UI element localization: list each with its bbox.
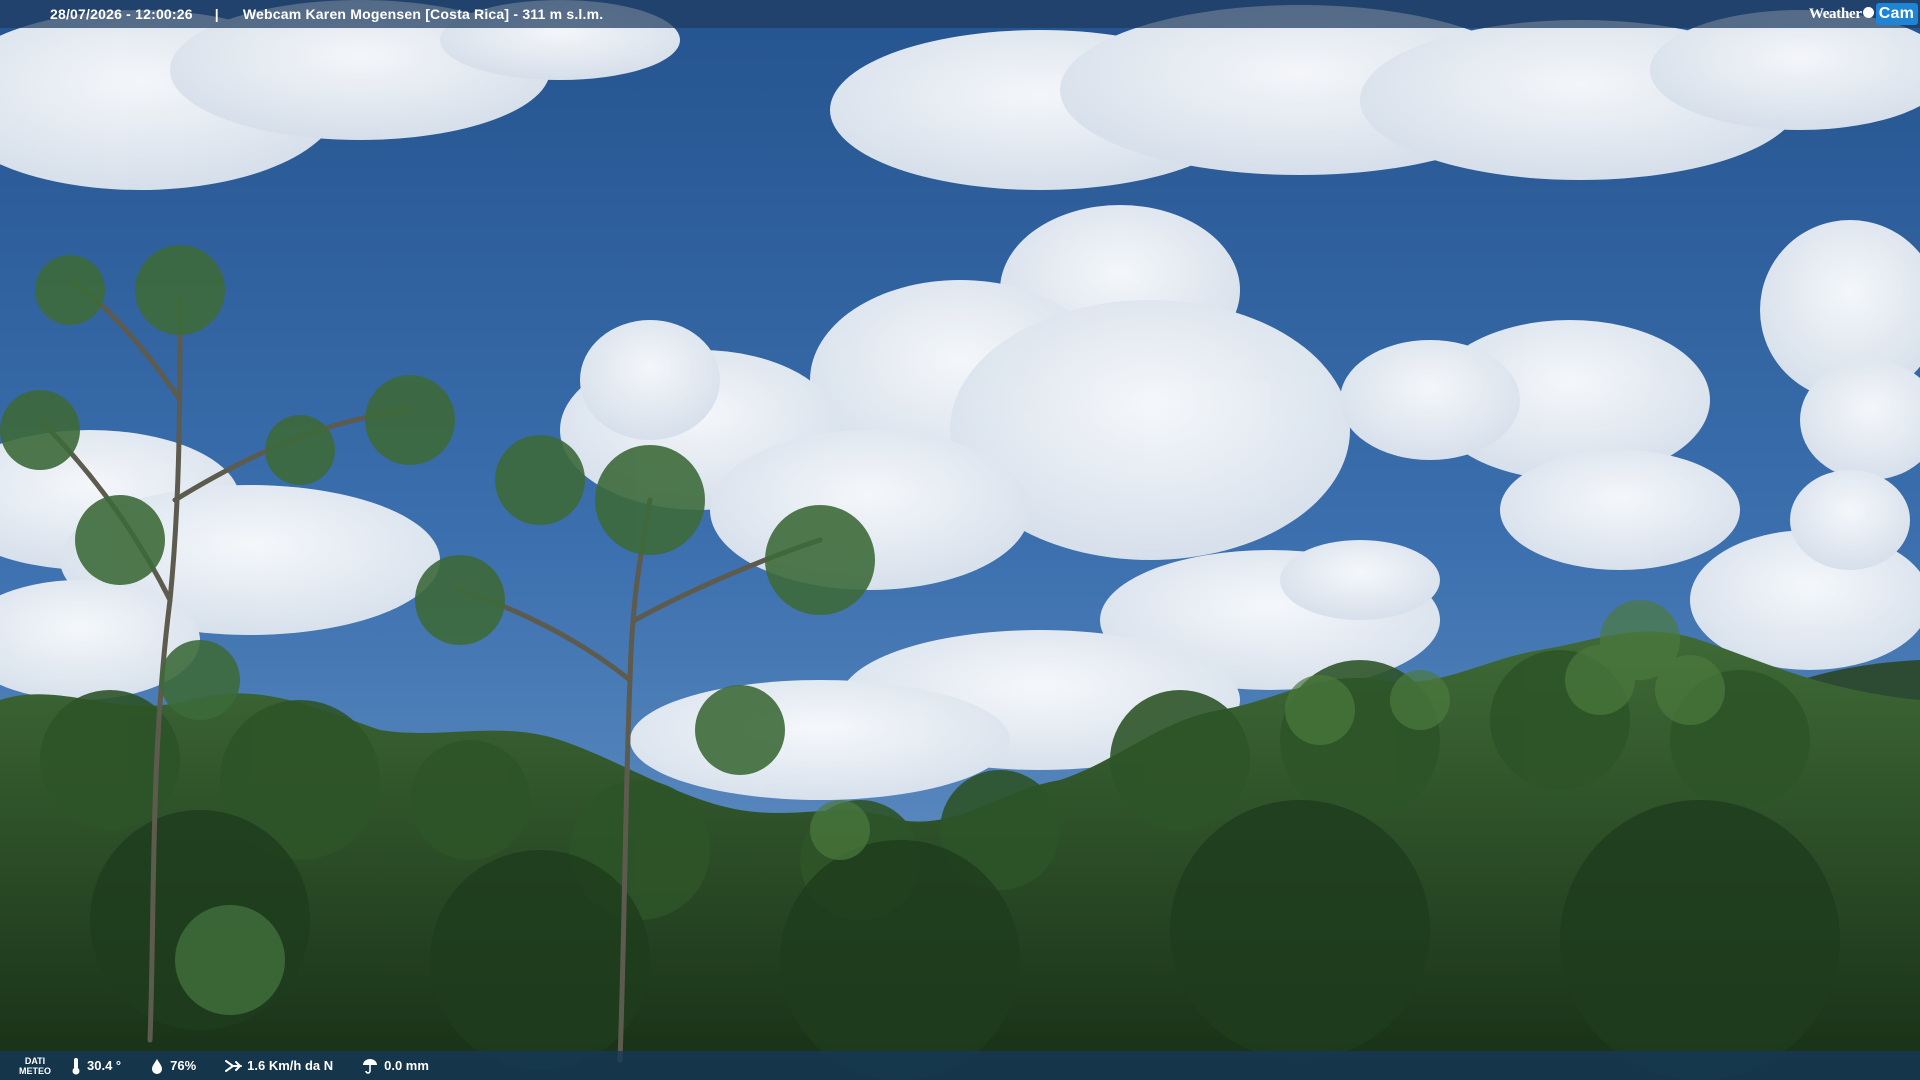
- meteo-label: METEO: [18, 1065, 51, 1076]
- dati-label: DATI: [24, 1055, 46, 1066]
- droplet-icon: [152, 1058, 163, 1074]
- wind-reading: 1.6 Km/h da N: [224, 1058, 333, 1074]
- rain-value: 0.0 mm: [384, 1058, 429, 1073]
- humidity-value: 76%: [170, 1058, 197, 1073]
- humidity-reading: 76%: [149, 1058, 196, 1074]
- sun-icon: [1862, 6, 1874, 18]
- separator: |: [214, 6, 219, 22]
- webcam-image: [0, 0, 1920, 1080]
- weathercam-logo: Weather Cam: [1809, 2, 1918, 26]
- logo-cam-text: Cam: [1875, 3, 1918, 25]
- bottom-weather-bar: DATI METEO 30.4 ° 76% 1.6 Km/h da N 0.0 …: [0, 1051, 1920, 1080]
- thermometer-icon: [72, 1057, 80, 1074]
- rain-reading: 0.0 mm: [361, 1058, 429, 1074]
- webcam-title: Webcam Karen Mogensen [Costa Rica] - 311…: [242, 6, 604, 22]
- wind-value: 1.6 Km/h da N: [247, 1058, 334, 1073]
- temperature-value: 30.4 °: [87, 1058, 122, 1073]
- top-info-bar: 28/07/2026 - 12:00:26 | Webcam Karen Mog…: [0, 0, 1920, 28]
- wind-icon: [225, 1059, 243, 1072]
- rain-icon: [363, 1058, 378, 1074]
- dati-meteo-label: DATI METEO: [0, 1056, 70, 1076]
- logo-weather-text: Weather: [1808, 5, 1862, 22]
- timestamp: 28/07/2026 - 12:00:26: [50, 6, 193, 22]
- temperature-reading: 30.4 °: [70, 1057, 121, 1075]
